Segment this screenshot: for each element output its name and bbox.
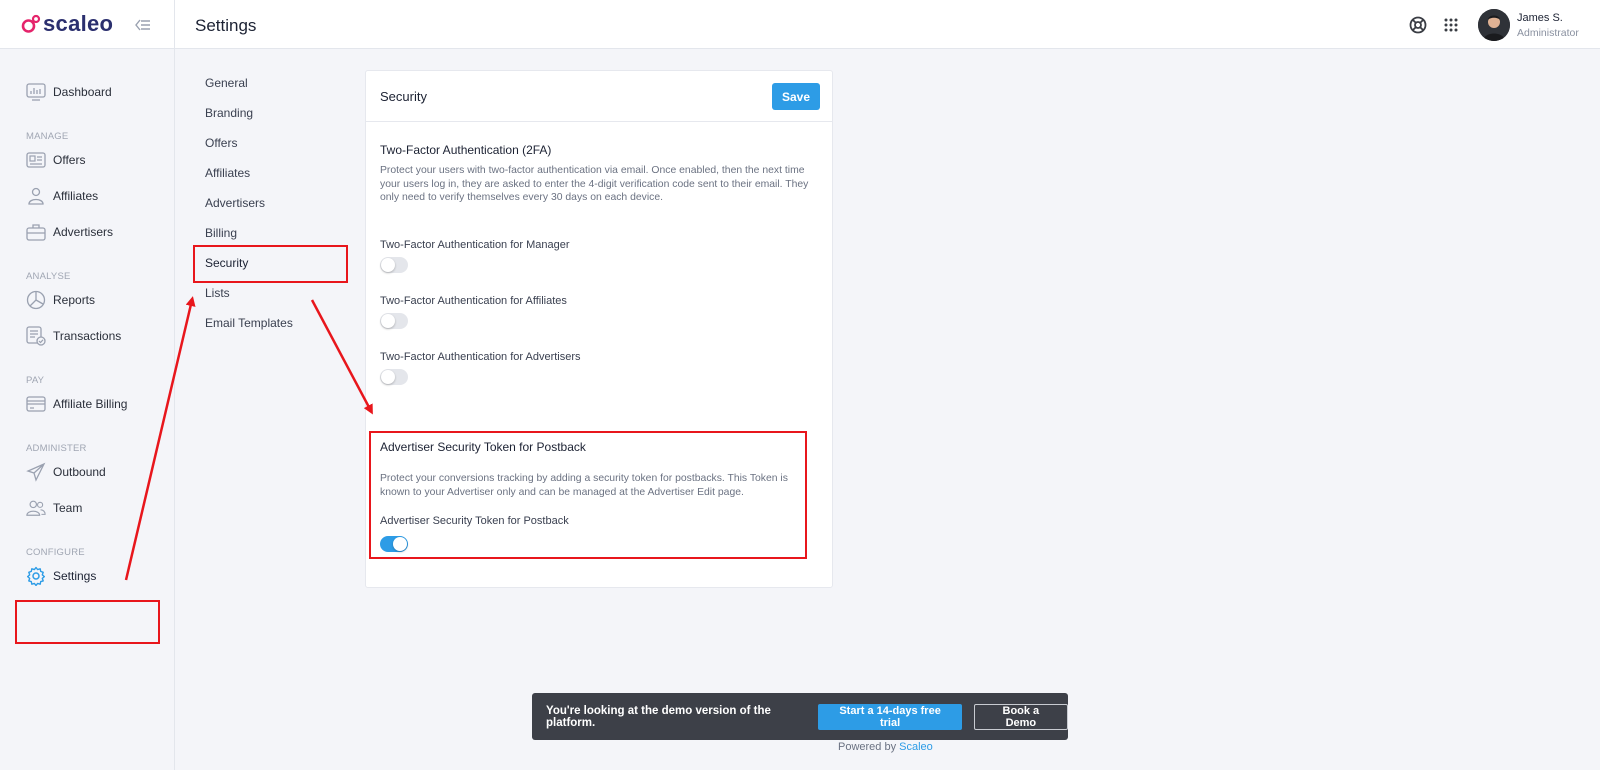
sidebar-item-reports[interactable]: Reports (0, 282, 174, 318)
submenu-item-affiliates[interactable]: Affiliates (205, 158, 345, 188)
sidebar-item-affiliates[interactable]: Affiliates (0, 178, 174, 214)
logo-text: scaleo (43, 11, 114, 36)
sidebar-item-label: Affiliates (53, 189, 99, 203)
transactions-icon (26, 326, 46, 346)
submenu-item-security[interactable]: Security (205, 248, 345, 278)
demo-banner-text: You're looking at the demo version of th… (546, 704, 771, 729)
start-trial-button[interactable]: Start a 14-days free trial (818, 703, 962, 730)
sidebar-item-label: Outbound (53, 465, 106, 479)
twofa-description: Protect your users with two-factor authe… (380, 165, 809, 203)
twofa-advertisers-label: Two-Factor Authentication for Advertiser… (380, 351, 581, 363)
sidebar-item-label: Advertisers (53, 225, 114, 239)
submenu-item-billing[interactable]: Billing (205, 218, 345, 248)
sidebar: scaleo Dashboard MANAGE Offers Affiliate… (0, 0, 175, 770)
sidebar-item-label: Reports (53, 293, 96, 307)
card-header: Security Save (366, 71, 832, 122)
sidebar-item-settings[interactable]: Settings (0, 558, 174, 594)
pie-chart-icon (26, 290, 46, 310)
token-toggle-label: Advertiser Security Token for Postback (380, 515, 569, 527)
user-role: Administrator (1517, 27, 1579, 39)
collapse-sidebar-icon[interactable] (134, 16, 152, 34)
lifebuoy-icon[interactable] (1409, 16, 1427, 34)
demo-banner: You're looking at the demo version of th… (532, 693, 1068, 740)
logo-mark-icon (21, 14, 41, 33)
settings-submenu: General Branding Offers Affiliates Adver… (205, 68, 345, 338)
paper-plane-icon (26, 462, 46, 482)
sidebar-item-label: Settings (53, 569, 97, 583)
sidebar-item-dashboard[interactable]: Dashboard (0, 74, 174, 110)
apps-grid-icon[interactable] (1443, 17, 1459, 33)
twofa-title: Two-Factor Authentication (2FA) (380, 143, 552, 157)
nav-section-analyse: ANALYSE (26, 271, 71, 282)
nav-section-configure: CONFIGURE (26, 547, 85, 558)
briefcase-icon (26, 222, 46, 242)
user-name[interactable]: James S. (1517, 12, 1563, 24)
submenu-item-email-templates[interactable]: Email Templates (205, 308, 345, 338)
gear-icon (26, 566, 46, 586)
sidebar-nav: Dashboard MANAGE Offers Affiliates Adver… (0, 49, 174, 594)
twofa-affiliates-toggle[interactable] (380, 313, 408, 329)
sidebar-item-outbound[interactable]: Outbound (0, 454, 174, 490)
submenu-item-offers[interactable]: Offers (205, 128, 345, 158)
sidebar-item-label: Transactions (53, 329, 122, 343)
submenu-item-branding[interactable]: Branding (205, 98, 345, 128)
avatar[interactable] (1478, 9, 1510, 41)
save-button[interactable]: Save (772, 83, 820, 110)
scaleo-link[interactable]: Scaleo (899, 741, 933, 753)
twofa-manager-label: Two-Factor Authentication for Manager (380, 239, 570, 251)
offers-icon (26, 150, 46, 170)
submenu-item-general[interactable]: General (205, 68, 345, 98)
sidebar-item-label: Offers (53, 153, 86, 167)
sidebar-item-label: Dashboard (53, 85, 112, 99)
card-title: Security (380, 89, 427, 104)
submenu-item-advertisers[interactable]: Advertisers (205, 188, 345, 218)
twofa-affiliates-label: Two-Factor Authentication for Affiliates (380, 295, 567, 307)
nav-section-administer: ADMINISTER (26, 443, 87, 454)
team-icon (26, 498, 46, 518)
sidebar-item-offers[interactable]: Offers (0, 142, 174, 178)
top-header: Settings James S. Administrator (175, 0, 1600, 49)
sidebar-item-label: Team (53, 501, 83, 515)
security-card: Security Save Two-Factor Authentication … (365, 70, 833, 588)
logo-bar: scaleo (0, 0, 174, 49)
page-title: Settings (195, 16, 257, 35)
powered-by-prefix: Powered by (838, 741, 897, 753)
powered-by: Powered by Scaleo (838, 741, 933, 753)
book-demo-button[interactable]: Book a Demo (973, 703, 1068, 730)
token-toggle[interactable] (380, 536, 408, 552)
sidebar-item-affiliate-billing[interactable]: Affiliate Billing (0, 386, 174, 422)
nav-section-pay: PAY (26, 375, 45, 386)
nav-section-manage: MANAGE (26, 131, 69, 142)
token-title: Advertiser Security Token for Postback (380, 440, 586, 454)
user-icon (26, 186, 46, 206)
dashboard-icon (26, 82, 46, 102)
sidebar-item-advertisers[interactable]: Advertisers (0, 214, 174, 250)
twofa-manager-toggle[interactable] (380, 257, 408, 273)
credit-card-icon (26, 394, 46, 414)
submenu-item-lists[interactable]: Lists (205, 278, 345, 308)
sidebar-item-label: Affiliate Billing (53, 397, 128, 411)
token-description: Protect your conversions tracking by add… (380, 473, 788, 498)
sidebar-item-transactions[interactable]: Transactions (0, 318, 174, 354)
twofa-advertisers-toggle[interactable] (380, 369, 408, 385)
sidebar-item-team[interactable]: Team (0, 490, 174, 526)
logo[interactable]: scaleo (21, 11, 113, 37)
